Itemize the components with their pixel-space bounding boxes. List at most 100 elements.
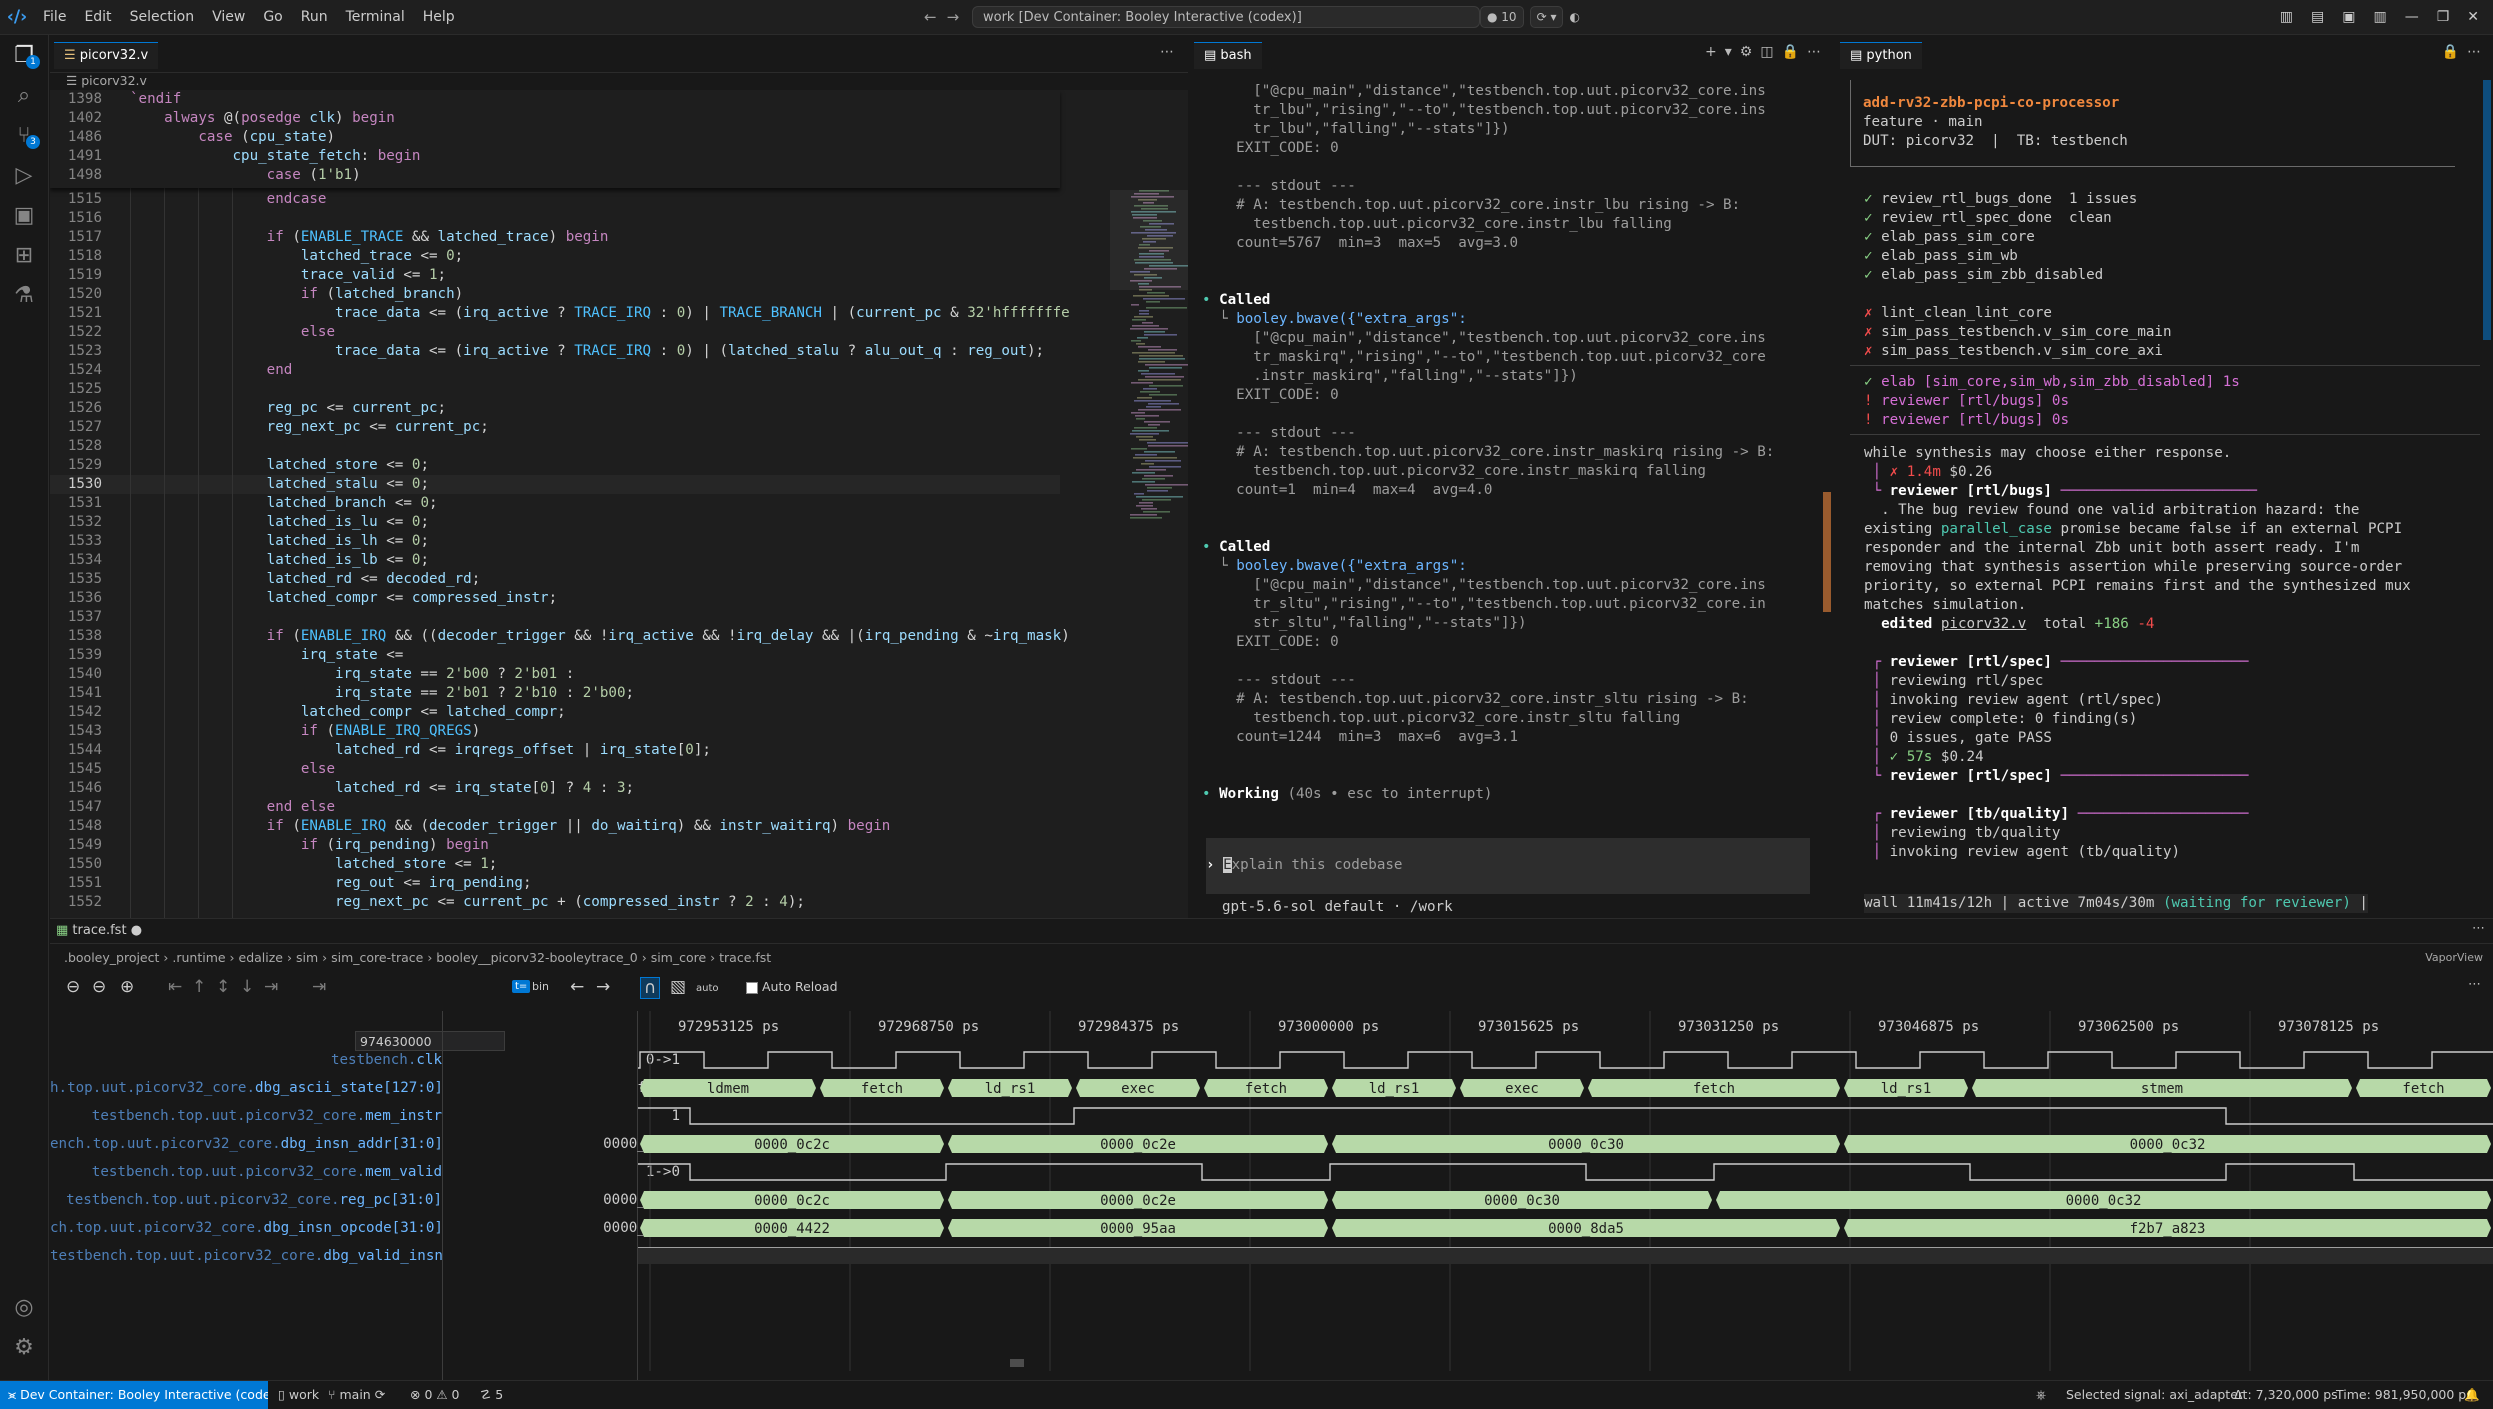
toggle-secondary-icon[interactable]: ▥ [2373, 9, 2386, 25]
breadcrumb-item[interactable]: edalize [239, 950, 283, 965]
back-arrow-icon[interactable]: ← [924, 8, 947, 26]
explorer-icon[interactable]: ❐ 1 [0, 35, 48, 75]
minimap-slider[interactable] [1110, 190, 1188, 290]
bash-terminal[interactable]: ["@cpu_main","distance","testbench.top.u… [1190, 72, 1833, 918]
branch-indicator[interactable]: ⑂ main ⟳ [328, 1381, 385, 1409]
more-icon[interactable]: ⋯ [1807, 44, 1829, 60]
menu-run[interactable]: Run [292, 0, 337, 34]
copilot-icon[interactable]: ⚙ [1740, 44, 1761, 60]
python-terminal[interactable]: add-rv32-zbb-pcpi-co-processor feature · … [1836, 72, 2493, 918]
menu-file[interactable]: File [34, 0, 75, 34]
toggle-sidebar-icon[interactable]: ▤ [2311, 9, 2324, 25]
signal-name[interactable]: testbench.top.uut.picorv32_core.mem_inst… [50, 1105, 442, 1127]
back-arrow-icon[interactable]: ← [570, 977, 584, 997]
notifications-bell-icon[interactable]: 🔔 [2464, 1381, 2480, 1409]
chat-input[interactable]: › Explain this codebase [1206, 838, 1810, 894]
breadcrumb-item[interactable]: sim_core [651, 950, 707, 965]
forward-arrow-icon[interactable]: → [947, 8, 970, 26]
menu-terminal[interactable]: Terminal [337, 0, 414, 34]
prev-edge-icon[interactable]: ⇤ [168, 977, 182, 997]
signal-name[interactable]: h.top.uut.picorv32_core.dbg_ascii_state[… [50, 1077, 442, 1099]
waveform-viewer[interactable]: 972953125 ps 972968750 ps 972984375 ps 9730… [638, 1011, 2493, 1371]
breadcrumb-file[interactable]: picorv32.v [81, 73, 147, 88]
breadcrumb[interactable]: ☰ picorv32.v [66, 72, 147, 90]
cursor-time-input[interactable]: 974630000 [355, 1031, 505, 1051]
source-control-icon[interactable]: ⑂ 3 [0, 115, 48, 155]
remote-explorer-icon[interactable]: ▣ [0, 195, 48, 235]
minimize-icon[interactable]: — [2405, 9, 2419, 25]
run-debug-icon[interactable]: ▷ [0, 155, 48, 195]
more-icon[interactable]: ⋯ [2467, 44, 2489, 60]
add-terminal-icon[interactable]: +▾ [1705, 44, 1740, 60]
breadcrumb-item[interactable]: .runtime [172, 950, 225, 965]
code-editor[interactable]: 1398 `endif 1402 always @(posedge clk) beg… [50, 90, 1188, 918]
sync-icon[interactable]: ⟳ [375, 1387, 385, 1402]
signal-name[interactable]: testbench.top.uut.picorv32_core.dbg_vali… [50, 1245, 442, 1267]
problems-indicator[interactable]: ⊗ 0 ⚠ 0 [410, 1381, 460, 1409]
remote-indicator[interactable]: ⪤ Dev Container: Booley Interactive (cod… [0, 1381, 268, 1409]
nav-arrows[interactable]: ←→ [924, 0, 969, 34]
radix-hex-toggle[interactable]: t= [512, 980, 531, 993]
any-edge-icon[interactable]: ↕ [216, 977, 230, 997]
breadcrumb-item[interactable]: trace.fst [719, 950, 771, 965]
edge-search-icon[interactable]: ⇥ [312, 977, 326, 997]
manage-gear-icon[interactable]: ⚙ [0, 1327, 48, 1367]
terminal-actions[interactable]: +▾⚙◫🔒⋯ [1705, 44, 1829, 60]
close-icon[interactable]: ✕ [2467, 9, 2479, 25]
magnet-icon[interactable]: ∩ [640, 977, 661, 999]
maximize-icon[interactable]: ❐ [2437, 9, 2450, 25]
lock-icon[interactable]: 🔒 [1782, 44, 1807, 60]
zoom-out-icon[interactable]: ⊖ [66, 977, 80, 997]
falling-edge-icon[interactable]: ↓ [240, 977, 254, 997]
waveform-breadcrumb[interactable]: .booley_project › .runtime › edalize › s… [64, 949, 771, 967]
search-icon[interactable]: ⌕ [0, 75, 48, 115]
toggle-panel-icon[interactable]: ▣ [2342, 9, 2355, 25]
workspace-indicator[interactable]: ▯ work [278, 1381, 319, 1409]
menu-edit[interactable]: Edit [75, 0, 120, 34]
python-actions[interactable]: 🔒⋯ [2442, 44, 2489, 60]
testing-icon[interactable]: ⚗ [0, 275, 48, 315]
layout-icon[interactable]: ▥ [2280, 9, 2293, 25]
auto-scale-icon[interactable]: ▧ [670, 977, 686, 997]
forward-arrow-icon[interactable]: → [596, 977, 610, 997]
tab-python[interactable]: ▤ python [1840, 42, 1922, 69]
menu-view[interactable]: View [203, 0, 254, 34]
more-actions-icon[interactable]: ⋯ [1160, 44, 1182, 60]
checkbox-icon[interactable] [746, 981, 758, 994]
zoom-out-icon[interactable]: ⊖ [92, 977, 106, 997]
tab-bash[interactable]: ▤ bash [1194, 42, 1262, 69]
signal-name[interactable]: testbench.top.uut.picorv32_core.mem_vali… [50, 1161, 442, 1183]
signal-name[interactable]: ch.top.uut.picorv32_core.dbg_insn_opcode… [50, 1217, 442, 1239]
signal-name[interactable]: testbench.top.uut.picorv32_core.reg_pc[3… [50, 1189, 442, 1211]
ports-badge[interactable]: ● 10 [1480, 6, 1524, 28]
zoom-in-icon[interactable]: ⊕ [120, 977, 134, 997]
extensions-icon[interactable]: ⊞ [0, 235, 48, 275]
more-icon[interactable]: ⋯ [2468, 977, 2481, 992]
account-icon[interactable]: ◎ [0, 1287, 48, 1327]
signal-name[interactable]: ench.top.uut.picorv32_core.dbg_insn_addr… [50, 1133, 442, 1155]
tab-picorv32[interactable]: ☰ picorv32.v [54, 42, 159, 69]
breadcrumb-item[interactable]: .booley_project [64, 950, 159, 965]
copilot-icon[interactable]: ◐ [1569, 10, 1579, 24]
breadcrumb-item[interactable]: sim_core-trace [331, 950, 423, 965]
radix-bin-toggle[interactable]: bin [532, 980, 549, 993]
ports-indicator[interactable]: ☡ 5 [480, 1381, 503, 1409]
more-actions-icon[interactable]: ⋯ [2472, 921, 2485, 936]
menu-selection[interactable]: Selection [121, 0, 204, 34]
scrollbar-thumb[interactable] [1010, 1359, 1024, 1367]
next-edge-icon[interactable]: ⇥ [264, 977, 278, 997]
menu-go[interactable]: Go [254, 0, 291, 34]
tab-trace[interactable]: ▦ trace.fst ● [56, 921, 142, 941]
sync-icon[interactable]: ⟳ ▾ [1529, 6, 1564, 28]
menu-help[interactable]: Help [414, 0, 464, 34]
lock-icon[interactable]: 🔒 [2442, 44, 2467, 60]
next-rising-icon[interactable]: ↑ [192, 977, 206, 997]
breadcrumb-item[interactable]: booley__picorv32-booleytrace_0 [436, 950, 637, 965]
chat-placeholder[interactable]: › Explain this codebase [1206, 856, 1402, 875]
minimap[interactable] [1110, 190, 1188, 918]
scrollbar-thumb[interactable] [2483, 80, 2491, 340]
scrollbar-thumb[interactable] [1823, 492, 1831, 612]
signal-name[interactable]: testbench.clk [50, 1049, 442, 1071]
breadcrumb-item[interactable]: sim [296, 950, 318, 965]
command-center[interactable]: work [Dev Container: Booley Interactive … [972, 6, 1480, 28]
